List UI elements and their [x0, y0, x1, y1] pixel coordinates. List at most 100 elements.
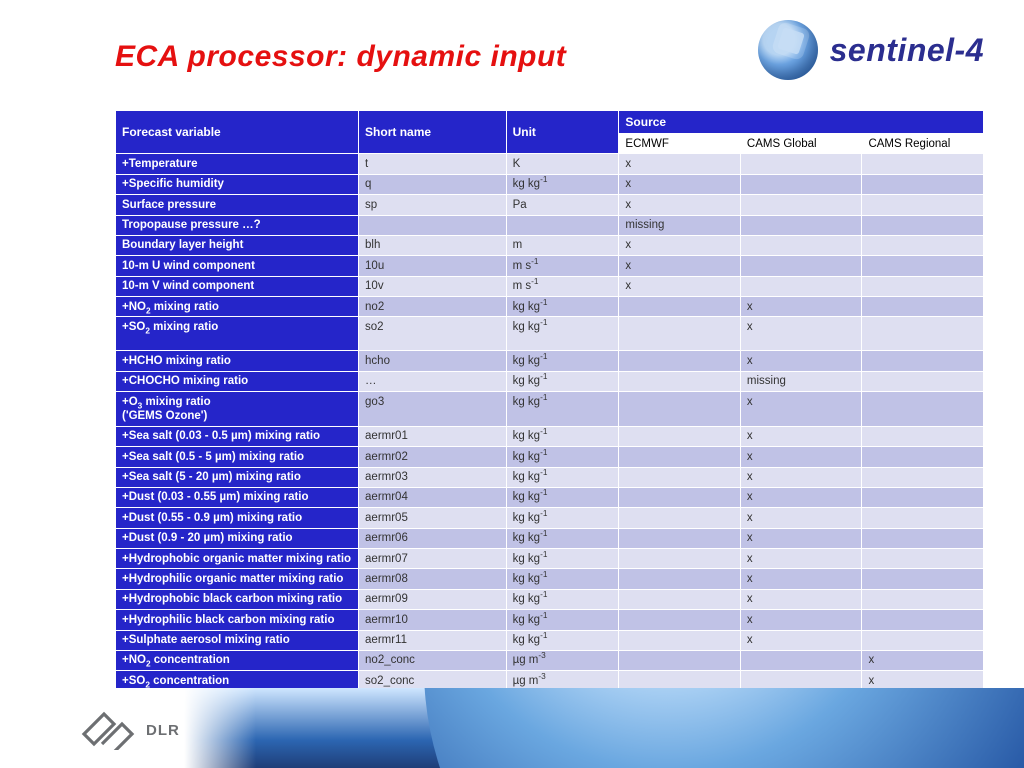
cell-shortname: q [359, 174, 507, 194]
cell-cams-regional [862, 487, 984, 507]
cell-cams-regional [862, 351, 984, 371]
cell-shortname: aermr09 [359, 589, 507, 609]
th-cams-global: CAMS Global [740, 134, 862, 154]
cell-cams-global [740, 256, 862, 276]
globe-icon [758, 20, 818, 80]
table-row: +Dust (0.55 - 0.9 µm) mixing ratioaermr0… [116, 508, 984, 528]
cell-variable: +NO2 concentration [116, 650, 359, 670]
cell-ecmwf: x [619, 174, 741, 194]
cell-variable: +HCHO mixing ratio [116, 351, 359, 371]
cell-cams-global: x [740, 630, 862, 650]
cell-ecmwf [619, 508, 741, 528]
cell-ecmwf [619, 569, 741, 589]
cell-shortname: 10u [359, 256, 507, 276]
dlr-logo: DLR [80, 710, 180, 750]
cell-cams-regional [862, 528, 984, 548]
cell-cams-regional [862, 426, 984, 446]
cell-ecmwf [619, 426, 741, 446]
cell-unit: kg kg-1 [506, 528, 619, 548]
cell-cams-regional [862, 371, 984, 391]
cell-cams-global: x [740, 549, 862, 569]
cell-ecmwf [619, 487, 741, 507]
cell-unit: kg kg-1 [506, 589, 619, 609]
cell-shortname: aermr08 [359, 569, 507, 589]
cell-unit: m [506, 235, 619, 255]
cell-unit: m s-1 [506, 276, 619, 296]
th-unit: Unit [506, 111, 619, 154]
table-row: +Sea salt (0.5 - 5 µm) mixing ratioaermr… [116, 447, 984, 467]
cell-cams-global: x [740, 351, 862, 371]
forecast-table: Forecast variable Short name Unit Source… [115, 110, 984, 753]
table-row: +Dust (0.03 - 0.55 µm) mixing ratioaermr… [116, 487, 984, 507]
table-row: +SO2 mixing ratioso2kg kg-1x [116, 317, 984, 351]
table-row: +Sea salt (5 - 20 µm) mixing ratioaermr0… [116, 467, 984, 487]
cell-variable: +NO2 mixing ratio [116, 297, 359, 317]
table-row: Surface pressurespPax [116, 195, 984, 215]
cell-cams-global [740, 174, 862, 194]
cell-ecmwf [619, 297, 741, 317]
cell-shortname: no2_conc [359, 650, 507, 670]
cell-shortname: go3 [359, 392, 507, 427]
cell-unit: kg kg-1 [506, 371, 619, 391]
th-source: Source [619, 111, 984, 134]
earth-icon [424, 688, 1024, 768]
cell-variable: +Dust (0.03 - 0.55 µm) mixing ratio [116, 487, 359, 507]
cell-ecmwf [619, 317, 741, 351]
cell-ecmwf [619, 549, 741, 569]
cell-unit: kg kg-1 [506, 174, 619, 194]
cell-cams-global: x [740, 569, 862, 589]
table-row: +Sea salt (0.03 - 0.5 µm) mixing ratioae… [116, 426, 984, 446]
cell-unit: kg kg-1 [506, 297, 619, 317]
cell-unit: µg m-3 [506, 650, 619, 670]
cell-cams-global: x [740, 392, 862, 427]
cell-ecmwf [619, 528, 741, 548]
cell-ecmwf [619, 371, 741, 391]
cell-unit: Pa [506, 195, 619, 215]
cell-shortname: aermr10 [359, 610, 507, 630]
cell-unit: kg kg-1 [506, 317, 619, 351]
cell-variable: 10-m U wind component [116, 256, 359, 276]
table-row: Boundary layer heightblhmx [116, 235, 984, 255]
cell-cams-regional [862, 569, 984, 589]
cell-variable: +Dust (0.55 - 0.9 µm) mixing ratio [116, 508, 359, 528]
table-row: +Hydrophilic organic matter mixing ratio… [116, 569, 984, 589]
cell-cams-global [740, 195, 862, 215]
table-row: 10-m U wind component10um s-1x [116, 256, 984, 276]
cell-shortname: so2 [359, 317, 507, 351]
cell-cams-global [740, 276, 862, 296]
cell-variable: +Dust (0.9 - 20 µm) mixing ratio [116, 528, 359, 548]
cell-cams-regional [862, 256, 984, 276]
cell-shortname: aermr07 [359, 549, 507, 569]
cell-ecmwf [619, 630, 741, 650]
cell-shortname: sp [359, 195, 507, 215]
cell-cams-global: x [740, 508, 862, 528]
cell-ecmwf [619, 351, 741, 371]
cell-variable: +Sulphate aerosol mixing ratio [116, 630, 359, 650]
cell-cams-regional [862, 195, 984, 215]
cell-cams-global: x [740, 426, 862, 446]
cell-unit: kg kg-1 [506, 351, 619, 371]
cell-variable: Surface pressure [116, 195, 359, 215]
cell-cams-global: x [740, 610, 862, 630]
cell-cams-global [740, 154, 862, 174]
cell-shortname: no2 [359, 297, 507, 317]
cell-cams-regional [862, 589, 984, 609]
cell-cams-global: x [740, 589, 862, 609]
dlr-icon [80, 710, 136, 750]
table-row: Tropopause pressure …?missing [116, 215, 984, 235]
cell-unit: kg kg-1 [506, 508, 619, 528]
table-row: +Specific humidityqkg kg-1x [116, 174, 984, 194]
cell-shortname: hcho [359, 351, 507, 371]
cell-shortname: t [359, 154, 507, 174]
cell-unit: kg kg-1 [506, 426, 619, 446]
table-row: +Sulphate aerosol mixing ratioaermr11kg … [116, 630, 984, 650]
cell-shortname: blh [359, 235, 507, 255]
cell-shortname: 10v [359, 276, 507, 296]
table-row: +CHOCHO mixing ratio…kg kg-1missing [116, 371, 984, 391]
cell-cams-regional [862, 235, 984, 255]
cell-variable: +Sea salt (0.03 - 0.5 µm) mixing ratio [116, 426, 359, 446]
th-variable: Forecast variable [116, 111, 359, 154]
cell-cams-regional [862, 317, 984, 351]
cell-shortname: aermr05 [359, 508, 507, 528]
cell-cams-global: x [740, 487, 862, 507]
